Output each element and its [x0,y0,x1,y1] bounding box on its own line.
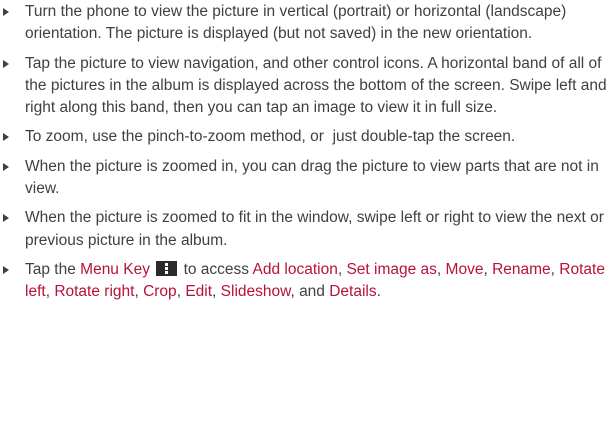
bullet-item-tap-picture: Tap the picture to view navigation, and … [0,53,610,120]
triangle-bullet-icon [3,214,9,223]
bullet-item-menu-key: Tap the Menu Key to access Add location,… [0,259,610,304]
separator: , [550,260,560,278]
option-slideshow: Slideshow [220,283,291,301]
bullet-item-zoomed-in: When the picture is zoomed in, you can d… [0,156,610,201]
bullet-text: To zoom, use the pinch-to-zoom method, o… [25,128,516,146]
triangle-bullet-icon [3,133,9,142]
option-details: Details [329,283,377,301]
menu-key-icon [156,260,178,276]
bullet-text: When the picture is zoomed to fit in the… [25,209,604,249]
triangle-bullet-icon [3,59,9,68]
bullet-item-swipe: When the picture is zoomed to fit in the… [0,207,610,252]
separator: , [436,260,446,278]
bullet-text: When the picture is zoomed in, you can d… [25,157,599,198]
separator: , [134,283,144,301]
bullet-list: Turn the phone to view the picture in ve… [0,1,610,304]
separator: , [483,260,493,278]
bullet-text: Tap the picture to view navigation, and … [25,54,607,117]
and-text: , and [290,283,330,301]
separator: , [212,283,221,301]
bullet-item-zoom: To zoom, use the pinch-to-zoom method, o… [0,126,610,148]
triangle-bullet-icon [3,265,9,274]
bullet-text: Turn the phone to view the picture in ve… [25,3,567,43]
option-set-image-as: Set image as [346,260,437,278]
option-edit: Edit [185,283,213,301]
option-crop: Crop [143,283,177,301]
triangle-bullet-icon [3,8,9,16]
document-page: Turn the phone to view the picture in ve… [0,0,610,434]
option-add-location: Add location [252,260,338,278]
triangle-bullet-icon [3,162,9,171]
bullet-text-intro: Tap the [25,260,81,278]
option-move: Move [445,260,484,278]
menu-key-label: Menu Key [80,260,150,278]
option-rename: Rename [492,260,551,278]
period: . [376,283,381,301]
option-rotate-right: Rotate right [54,283,135,301]
to-access-text: to access [179,260,253,278]
bullet-item-rotate: Turn the phone to view the picture in ve… [0,1,610,46]
